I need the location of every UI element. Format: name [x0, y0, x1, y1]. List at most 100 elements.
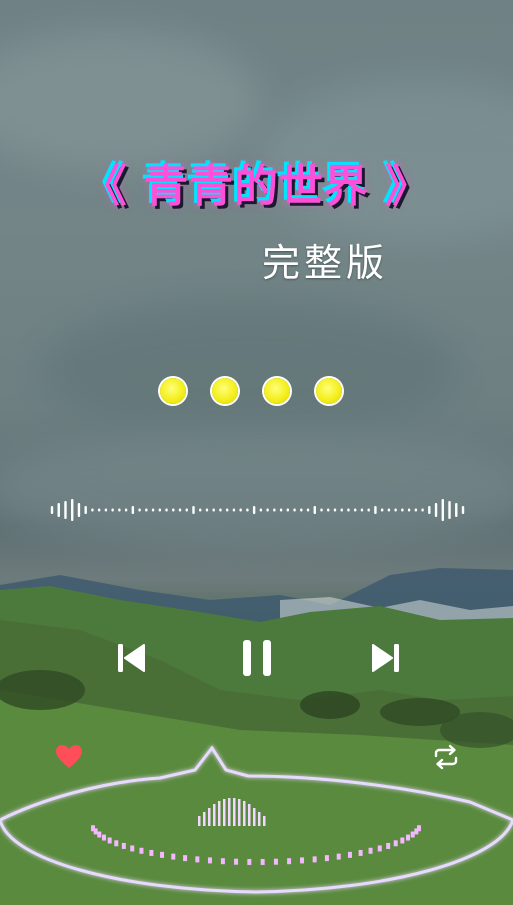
waveform-bar — [97, 508, 101, 512]
waveform-bar — [151, 508, 155, 512]
waveform-bar — [165, 508, 168, 512]
waveform-bar — [273, 508, 276, 512]
waveform-bar — [259, 508, 263, 512]
spectrum-dot — [368, 847, 373, 854]
waveform-bar — [286, 508, 290, 512]
spectrum-bar — [223, 799, 226, 826]
waveform-bar — [434, 503, 438, 517]
spectrum-bar — [198, 816, 201, 826]
waveform-bar — [279, 508, 283, 512]
waveform-bar — [64, 501, 67, 519]
spectrum-bar — [253, 808, 256, 826]
spectrum-dot — [273, 858, 278, 865]
spectrum-dot — [393, 840, 398, 847]
spectrum-bar — [263, 816, 266, 826]
spectrum-bar — [213, 804, 216, 826]
skip-previous-icon[interactable] — [112, 638, 152, 678]
song-subtitle: 完整版 — [262, 241, 389, 285]
waveform-bar — [219, 508, 222, 512]
waveform-bar — [421, 508, 424, 512]
spectrum-dot — [410, 831, 415, 838]
progress-dot — [160, 378, 186, 404]
waveform-bar — [394, 508, 397, 512]
waveform-bar — [266, 508, 269, 512]
spectrum-dot — [247, 858, 252, 865]
waveform-bar — [131, 506, 135, 514]
waveform-bar — [212, 508, 215, 512]
waveform-bar — [57, 503, 60, 517]
waveform-bar — [84, 506, 87, 514]
spectrum-bar — [248, 804, 251, 826]
spectrum-bar — [238, 799, 241, 826]
waveform-bar — [360, 508, 364, 512]
waveform-bar — [172, 508, 175, 512]
progress-dot — [212, 378, 238, 404]
waveform-bar — [333, 508, 337, 512]
spectrum-dot — [114, 840, 119, 847]
spectrum-ring-bottom — [0, 819, 513, 894]
spectrum-bar — [243, 801, 246, 826]
waveform-bar — [111, 508, 114, 512]
spectrum-dot — [324, 855, 329, 862]
waveform-bar — [401, 508, 404, 512]
spectrum-dot — [347, 851, 352, 858]
spectrum-dot — [377, 845, 382, 852]
waveform-bar — [225, 508, 229, 512]
waveform-bar — [199, 508, 202, 512]
waveform-bar — [71, 499, 74, 521]
waveform-bar — [104, 508, 108, 512]
waveform-bar — [239, 508, 242, 512]
waveform-bar — [145, 508, 148, 512]
waveform-bar — [185, 508, 188, 512]
spectrum-dot — [260, 858, 265, 865]
spectrum-dot — [358, 849, 363, 856]
waveform-bar — [192, 506, 195, 514]
spectrum-bar — [203, 812, 206, 826]
waveform-bar — [367, 508, 370, 512]
spectrum-bar — [208, 808, 211, 826]
spectrum-dot — [336, 853, 341, 860]
waveform-bar — [353, 508, 357, 512]
spectrum-dot — [171, 853, 176, 860]
lyric-progress-dots — [160, 378, 342, 404]
spectrum-dot — [101, 834, 106, 841]
spectrum-dot — [400, 837, 405, 844]
waveform-bar — [306, 508, 310, 512]
spectrum-dot — [160, 851, 165, 858]
spectrum-dot — [183, 855, 188, 862]
song-title: 《 青青的世界 》 — [82, 161, 431, 212]
spectrum-dot — [121, 842, 126, 849]
waveform-bar — [414, 508, 418, 512]
spectrum-bar — [228, 798, 231, 826]
waveform-bar — [77, 503, 81, 517]
waveform-bar — [178, 508, 182, 512]
spectrum-dot — [416, 825, 421, 832]
waveform-bar — [118, 508, 121, 512]
waveform-bar — [124, 508, 128, 512]
spectrum-dot — [97, 831, 102, 838]
waveform-bar — [50, 506, 54, 514]
spectrum-ring-top — [0, 745, 513, 822]
progress-dot — [264, 378, 290, 404]
waveform-bar — [205, 508, 209, 512]
waveform-bar — [448, 501, 451, 519]
pause-icon[interactable] — [237, 638, 277, 678]
spectrum-dot — [149, 849, 154, 856]
waveform-bar — [347, 508, 350, 512]
waveform-bar — [252, 506, 256, 514]
skip-next-icon[interactable] — [365, 638, 405, 678]
waveform-bar — [441, 499, 444, 521]
spectrum-dot — [195, 856, 200, 863]
waveform-bar — [138, 508, 141, 512]
spectrum-dot — [234, 858, 239, 865]
spectrum-dot — [312, 856, 317, 863]
waveform-bar — [158, 508, 162, 512]
waveform-bar — [246, 508, 249, 512]
spectrum-bar — [218, 801, 221, 826]
audio-waveform — [50, 499, 465, 521]
spectrum-dot — [130, 845, 135, 852]
waveform-bar — [455, 503, 458, 517]
waveform-bar — [300, 508, 303, 512]
circular-spectrum-visualizer — [0, 745, 513, 894]
waveform-bar — [327, 508, 330, 512]
